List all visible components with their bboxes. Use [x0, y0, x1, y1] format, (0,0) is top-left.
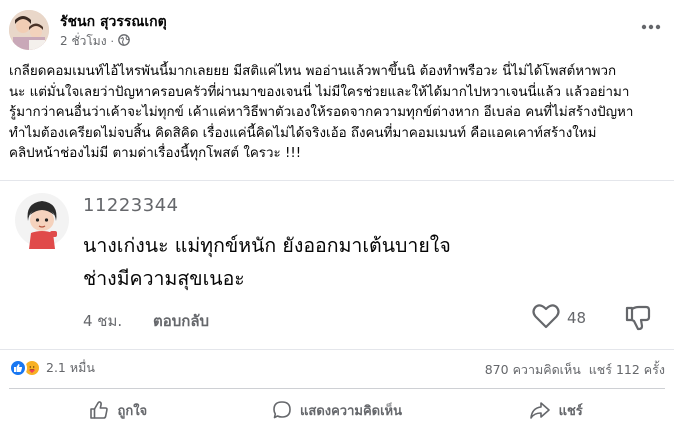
- comment-button-label: แสดงความคิดเห็น: [300, 403, 403, 419]
- comment-timestamp: 4 ชม.: [83, 312, 123, 330]
- post-text-line: รู้มากว่าคนอื่นว่าเค้าจะไม่ทุกข์ เค้าแค่…: [9, 105, 634, 121]
- share-count[interactable]: แชร์ 112 ครั้ง: [589, 360, 665, 380]
- thumbs-down-icon: [623, 302, 653, 332]
- meta-separator: ·: [110, 35, 115, 48]
- post-action-bar: ถูกใจ แสดงความคิดเห็น แชร์: [9, 393, 665, 427]
- post-meta: 2 ชั่วโมง ·: [60, 32, 130, 51]
- commenter-username: 11223344: [83, 195, 179, 216]
- heart-outline-icon: [532, 303, 560, 329]
- author-name[interactable]: รัชนก สุวรรณเกตุ: [60, 11, 167, 33]
- comment-bubble-icon: [273, 401, 291, 419]
- like-button-label: ถูกใจ: [117, 403, 148, 419]
- comment-reply-link: ตอบกลับ: [153, 312, 210, 330]
- author-avatar[interactable]: [9, 10, 49, 50]
- comment-like-count: 48: [567, 309, 587, 327]
- share-button[interactable]: แชร์: [446, 393, 665, 427]
- commenter-avatar: [15, 191, 69, 249]
- thumbs-up-icon: [90, 401, 109, 419]
- comment-text-line: ช่างมีความสุขเนอะ: [83, 267, 245, 290]
- globe-icon[interactable]: [118, 34, 130, 49]
- reaction-summary[interactable]: 2.1 หมื่น: [9, 358, 95, 378]
- like-reaction-icon: [9, 359, 27, 377]
- comment-text-line: นางเก่งนะ แม่ทุกข์หนัก ยังออกมาเต้นบายใจ: [83, 234, 451, 257]
- post-image-comment-screenshot[interactable]: 11223344 นางเก่งนะ แม่ทุกข์หนัก ยังออกมา…: [0, 180, 674, 350]
- reaction-count: 2.1 หมื่น: [46, 360, 95, 375]
- post-text-line: คลิปหน้าช่องไม่มี ตามด่าเรื่องนี้ทุกโพสต…: [9, 146, 302, 162]
- share-arrow-icon: [529, 402, 550, 419]
- avatar-photo: [9, 10, 49, 50]
- like-button[interactable]: ถูกใจ: [9, 393, 228, 427]
- engagement-counts: 870 ความคิดเห็น แชร์ 112 ครั้ง: [485, 360, 665, 380]
- post-header: รัชนก สุวรรณเกตุ 2 ชั่วโมง ·: [9, 10, 665, 54]
- post-text: เกลียดคอมเมนท์ไอ้ไหรพันนี้มากเลยยย มีสติ…: [9, 62, 665, 165]
- comment-button[interactable]: แสดงความคิดเห็น: [228, 393, 447, 427]
- post-text-line: ทำไมต้องเครียดไม่จบสิ้น คิดสิคิด เรื่องแ…: [9, 125, 597, 141]
- post-text-line: เกลียดคอมเมนท์ไอ้ไหรพันนี้มากเลยยย มีสติ…: [9, 64, 617, 79]
- post-stats: 2.1 หมื่น 870 ความคิดเห็น แชร์ 112 ครั้ง: [9, 358, 665, 380]
- stats-divider: [9, 388, 665, 389]
- comment-count[interactable]: 870 ความคิดเห็น: [485, 360, 581, 380]
- facebook-post: รัชนก สุวรรณเกตุ 2 ชั่วโมง · เกลียดคอมเม…: [0, 0, 674, 430]
- comment-text: นางเก่งนะ แม่ทุกข์หนัก ยังออกมาเต้นบายใจ…: [83, 229, 451, 295]
- post-timestamp[interactable]: 2 ชั่วโมง: [60, 32, 107, 51]
- share-button-label: แชร์: [558, 403, 583, 419]
- more-horizontal-icon[interactable]: [637, 16, 665, 38]
- post-text-line: นะ แต่มั่นใจเลยว่าปัญหาครอบครัวที่ผ่านมา…: [9, 84, 630, 100]
